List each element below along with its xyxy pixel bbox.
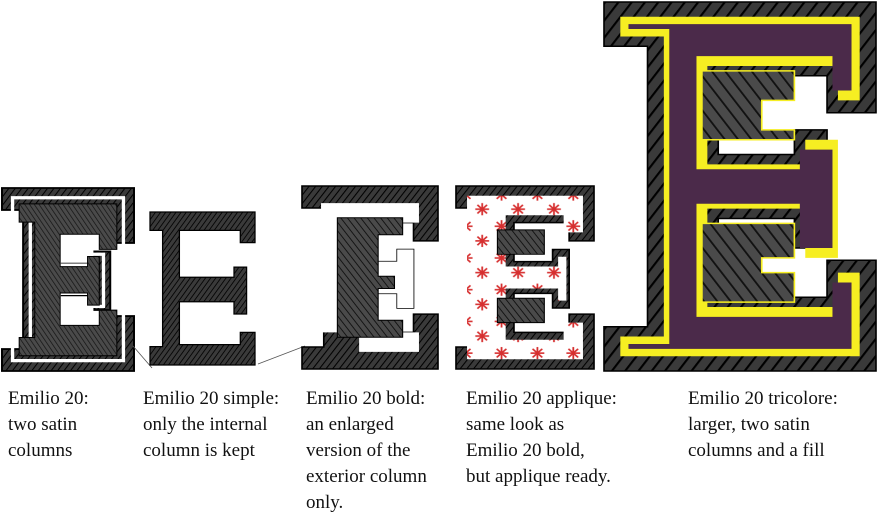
letter-e-tricolore: [602, 0, 877, 373]
caption-emilio-20-simple: Emilio 20 simple: only the internal colu…: [143, 388, 280, 461]
caption-emilio-20-tricolore: Emilio 20 tricolore: larger, two satin c…: [688, 388, 838, 461]
caption-emilio-20-applique: Emilio 20 applique: same look as Emilio …: [466, 388, 617, 487]
letter-e-bold: [301, 185, 439, 370]
letter-e-two-satin: [1, 187, 135, 372]
letter-e-simple: [149, 211, 256, 366]
caption-emilio-20: Emilio 20: two satin columns: [8, 388, 89, 461]
letter-e-applique: [455, 185, 595, 370]
embroidery-letters-figure: [1, 0, 877, 373]
caption-emilio-20-bold: Emilio 20 bold: an enlarged version of t…: [306, 388, 427, 513]
